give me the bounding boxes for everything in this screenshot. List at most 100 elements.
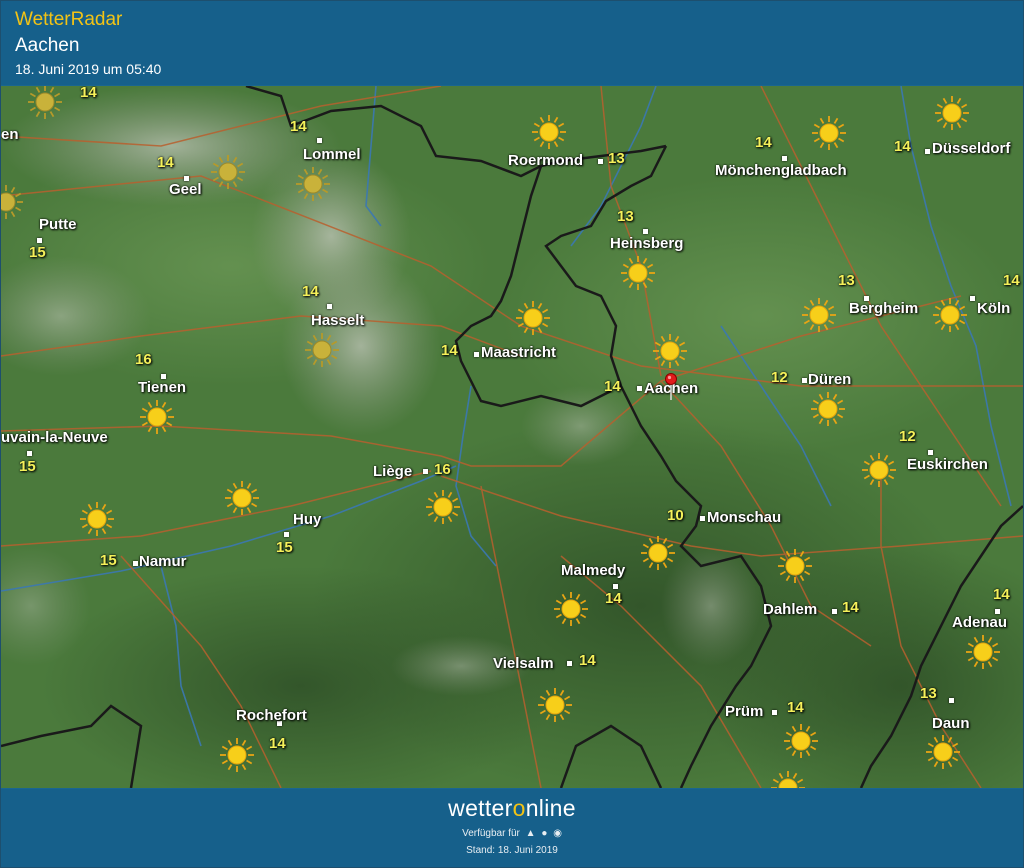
sun-icon	[211, 155, 245, 189]
web-icon[interactable]: ◉	[553, 828, 562, 839]
temperature-label: 14	[787, 699, 804, 716]
location-title: Aachen	[15, 35, 80, 56]
city-label[interactable]: Maastricht	[481, 344, 556, 361]
city-dot	[782, 156, 787, 161]
temperature-label: 13	[838, 272, 855, 289]
city-label[interactable]: Putte	[39, 216, 77, 233]
sun-icon	[933, 298, 967, 332]
city-dot	[970, 296, 975, 301]
city-dot	[567, 661, 572, 666]
sun-icon	[1, 185, 23, 219]
city-label[interactable]: Daun	[932, 715, 970, 732]
sun-icon	[802, 298, 836, 332]
wetteronline-logo[interactable]: wetteronline	[1, 795, 1023, 822]
temperature-label: 14	[842, 599, 859, 616]
temperature-label: 13	[617, 208, 634, 225]
city-label[interactable]: Düren	[808, 371, 851, 388]
temperature-label: 10	[667, 507, 684, 524]
sun-icon	[653, 334, 687, 368]
sun-icon	[554, 592, 588, 626]
city-label[interactable]: Düsseldorf	[932, 140, 1010, 157]
sun-icon	[812, 116, 846, 150]
city-dot	[284, 532, 289, 537]
temperature-label: 14	[302, 283, 319, 300]
city-label[interactable]: Roermond	[508, 152, 583, 169]
sun-icon	[305, 333, 339, 367]
city-label[interactable]: Bergheim	[849, 300, 918, 317]
city-label[interactable]: Namur	[139, 553, 187, 570]
city-label[interactable]: Tienen	[138, 379, 186, 396]
city-dot	[613, 584, 618, 589]
city-label[interactable]: Huy	[293, 511, 321, 528]
android-icon[interactable]: ▲	[526, 828, 536, 839]
city-label[interactable]: Vielsalm	[493, 655, 554, 672]
city-label[interactable]: Malmedy	[561, 562, 625, 579]
sun-icon	[784, 724, 818, 758]
available-label: Verfügbar für	[462, 828, 520, 839]
header: WetterRadar Aachen 18. Juni 2019 um 05:4…	[1, 1, 1023, 85]
availability-line: Verfügbar für ▲ ● ◉	[1, 828, 1023, 839]
sun-icon	[926, 735, 960, 769]
city-dot	[37, 238, 42, 243]
sun-icon	[778, 549, 812, 583]
city-label[interactable]: Hasselt	[311, 312, 364, 329]
city-dot	[832, 609, 837, 614]
sun-icon	[532, 115, 566, 149]
city-dot	[802, 378, 807, 383]
city-dot	[27, 451, 32, 456]
temperature-label: 16	[135, 351, 152, 368]
sun-icon	[225, 481, 259, 515]
city-label[interactable]: Heinsberg	[610, 235, 683, 252]
temperature-label: 14	[441, 342, 458, 359]
apple-icon[interactable]: ●	[541, 828, 547, 839]
city-label[interactable]: Geel	[169, 181, 202, 198]
city-label[interactable]: Köln	[977, 300, 1010, 317]
app-title: WetterRadar	[15, 9, 123, 30]
brand-part: nline	[525, 795, 576, 821]
stand-date: Stand: 18. Juni 2019	[466, 845, 558, 856]
temperature-label: 14	[894, 138, 911, 155]
city-label[interactable]: Dahlem	[763, 601, 817, 618]
city-label[interactable]: Monschau	[707, 509, 781, 526]
temperature-label: 14	[755, 134, 772, 151]
temperature-label: 14	[1003, 272, 1020, 289]
temperature-label: 14	[80, 86, 97, 101]
city-dot	[928, 450, 933, 455]
sun-icon	[621, 256, 655, 290]
city-dot	[700, 516, 705, 521]
temperature-label: 13	[920, 685, 937, 702]
city-dot	[317, 138, 322, 143]
city-label[interactable]: Euskirchen	[907, 456, 988, 473]
temperature-label: 13	[608, 150, 625, 167]
sun-icon	[538, 688, 572, 722]
sun-icon	[140, 400, 174, 434]
temperature-label: 15	[276, 539, 293, 556]
city-label[interactable]: Liège	[373, 463, 412, 480]
city-label[interactable]: Mönchengladbach	[715, 162, 847, 179]
city-dot	[772, 710, 777, 715]
sun-icon	[28, 86, 62, 119]
city-label[interactable]: Lommel	[303, 146, 361, 163]
city-dot	[925, 149, 930, 154]
temperature-label: 14	[157, 154, 174, 171]
location-pin-icon[interactable]	[664, 372, 678, 400]
sun-icon	[516, 301, 550, 335]
sun-icon	[862, 453, 896, 487]
sun-icon	[80, 502, 114, 536]
city-label[interactable]: en	[1, 126, 19, 143]
brand-o: o	[512, 795, 526, 821]
weather-map[interactable]: Lommel 14 Geel 14 Putte 15 Roermond 13 Mönchengl…	[1, 86, 1023, 788]
city-dot	[423, 469, 428, 474]
city-dot	[598, 159, 603, 164]
sun-icon	[296, 167, 330, 201]
city-label[interactable]: Rochefort	[236, 707, 307, 724]
city-label[interactable]: uvain-la-Neuve	[1, 429, 108, 446]
city-label[interactable]: Adenau	[952, 614, 1007, 631]
city-label[interactable]: Prüm	[725, 703, 763, 720]
temperature-label: 14	[604, 378, 621, 395]
temperature-label: 16	[434, 461, 451, 478]
brand-part: wetter	[448, 795, 513, 821]
temperature-label: 12	[771, 369, 788, 386]
sun-icon	[935, 96, 969, 130]
temperature-label: 14	[290, 118, 307, 135]
